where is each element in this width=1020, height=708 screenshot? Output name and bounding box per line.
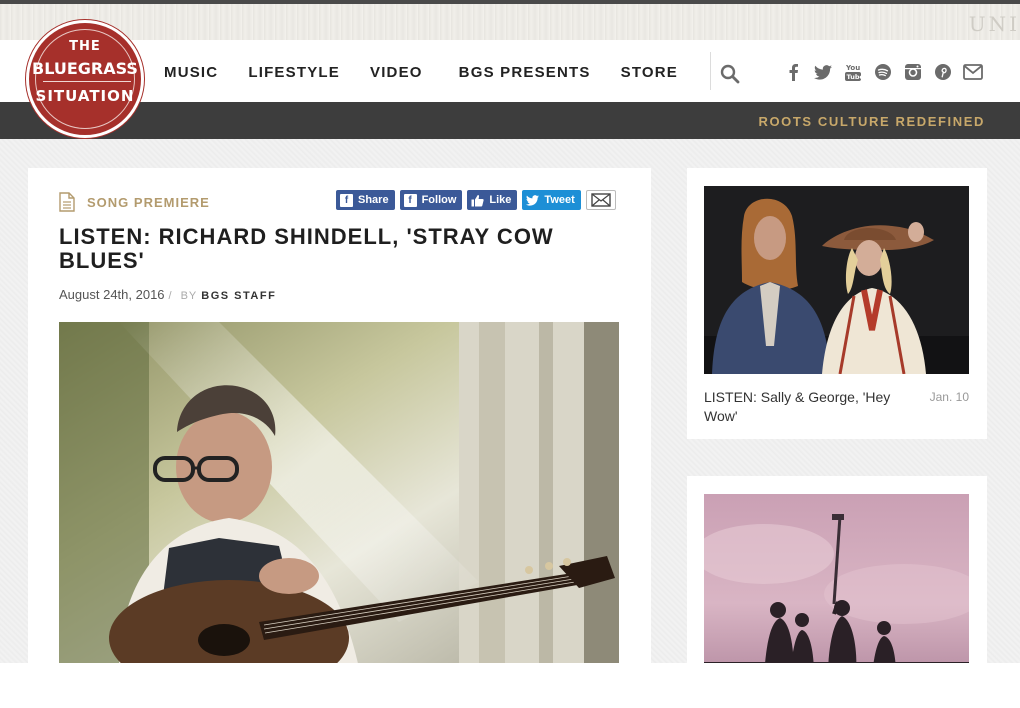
facebook-like-button[interactable]: Like (467, 190, 518, 210)
logo-arrow (43, 81, 131, 82)
top-texture-strip: UNI (0, 0, 1020, 40)
header-divider (710, 52, 711, 90)
article-card: SONG PREMIERE f Share f Follow Like Twee… (28, 168, 651, 668)
sidebar-card-1-date: Jan. 10 (929, 390, 969, 404)
spotify-icon[interactable] (873, 62, 893, 82)
email-icon[interactable] (963, 62, 983, 82)
article-date: August 24th, 2016 (59, 287, 165, 302)
site-tagline: ROOTS CULTURE REDEFINED (758, 114, 985, 129)
site-header: MUSIC LIFESTYLE VIDEO BGS PRESENTS STORE… (0, 40, 1020, 102)
thumbs-up-icon (471, 194, 485, 206)
nav-music[interactable]: MUSIC (164, 64, 218, 81)
sidebar-card-1: LISTEN: Sally & George, 'Hey Wow' Jan. 1… (687, 168, 987, 439)
envelope-icon (591, 193, 611, 207)
logo-line-3: SITUATION (35, 87, 135, 105)
facebook-icon[interactable] (783, 62, 803, 82)
social-links: You Tube (783, 62, 993, 82)
sidebar-card-1-headline[interactable]: LISTEN: Sally & George, 'Hey Wow' (704, 388, 904, 426)
band-silhouette-photo (704, 494, 969, 676)
twitter-icon (526, 194, 540, 206)
logo-line-2: BLUEGRASS (32, 59, 138, 78)
like-label: Like (489, 194, 512, 206)
category-label[interactable]: SONG PREMIERE (87, 195, 210, 210)
svg-text:You: You (845, 64, 860, 72)
facebook-share-button[interactable]: f Share (336, 190, 395, 210)
nav-video[interactable]: VIDEO (370, 64, 423, 81)
main-nav: MUSIC LIFESTYLE VIDEO BGS PRESENTS STORE (164, 64, 708, 81)
svg-text:Tube: Tube (847, 73, 863, 81)
tweet-button[interactable]: Tweet (522, 190, 581, 210)
tweet-label: Tweet (544, 194, 575, 206)
page-bottom (0, 663, 1020, 708)
ghost-text: UNI (968, 12, 1020, 36)
site-logo[interactable]: THE BLUEGRASS SITUATION (26, 20, 144, 138)
article-category: SONG PREMIERE (59, 192, 210, 212)
facebook-icon: f (403, 193, 417, 207)
sidebar-card-2-image[interactable] (704, 494, 969, 676)
share-buttons: f Share f Follow Like Tweet (336, 190, 621, 210)
email-share-button[interactable] (585, 190, 616, 210)
sidebar-card-1-image[interactable] (704, 186, 969, 374)
meta-separator: / (168, 290, 173, 302)
facebook-follow-button[interactable]: f Follow (399, 190, 463, 210)
nav-lifestyle[interactable]: LIFESTYLE (248, 64, 340, 81)
article-title: LISTEN: RICHARD SHINDELL, 'STRAY COW BLU… (59, 224, 554, 273)
nav-store[interactable]: STORE (621, 64, 678, 81)
by-label: BY (180, 290, 198, 302)
article-hero-image (59, 322, 619, 668)
facebook-icon: f (340, 193, 353, 207)
article-author[interactable]: BGS STAFF (201, 290, 276, 302)
search-icon[interactable] (720, 64, 740, 84)
youtube-icon[interactable]: You Tube (843, 62, 863, 82)
pinterest-icon[interactable] (933, 62, 953, 82)
instagram-icon[interactable] (903, 62, 923, 82)
article-meta: August 24th, 2016/ BY BGS STAFF (59, 287, 276, 302)
share-label: Share (358, 194, 389, 206)
page: UNI MUSIC LIFESTYLE VIDEO BGS PRESENTS S… (0, 0, 1020, 708)
tagline-bar: ROOTS CULTURE REDEFINED (0, 102, 1020, 139)
nav-bgs-presents[interactable]: BGS PRESENTS (459, 64, 591, 81)
twitter-icon[interactable] (813, 62, 833, 82)
sally-george-photo (704, 186, 969, 374)
document-icon (59, 192, 75, 212)
follow-label: Follow (421, 194, 457, 206)
hero-photo (59, 322, 619, 668)
sidebar-card-2 (687, 476, 987, 676)
logo-line-1: THE (69, 39, 101, 54)
